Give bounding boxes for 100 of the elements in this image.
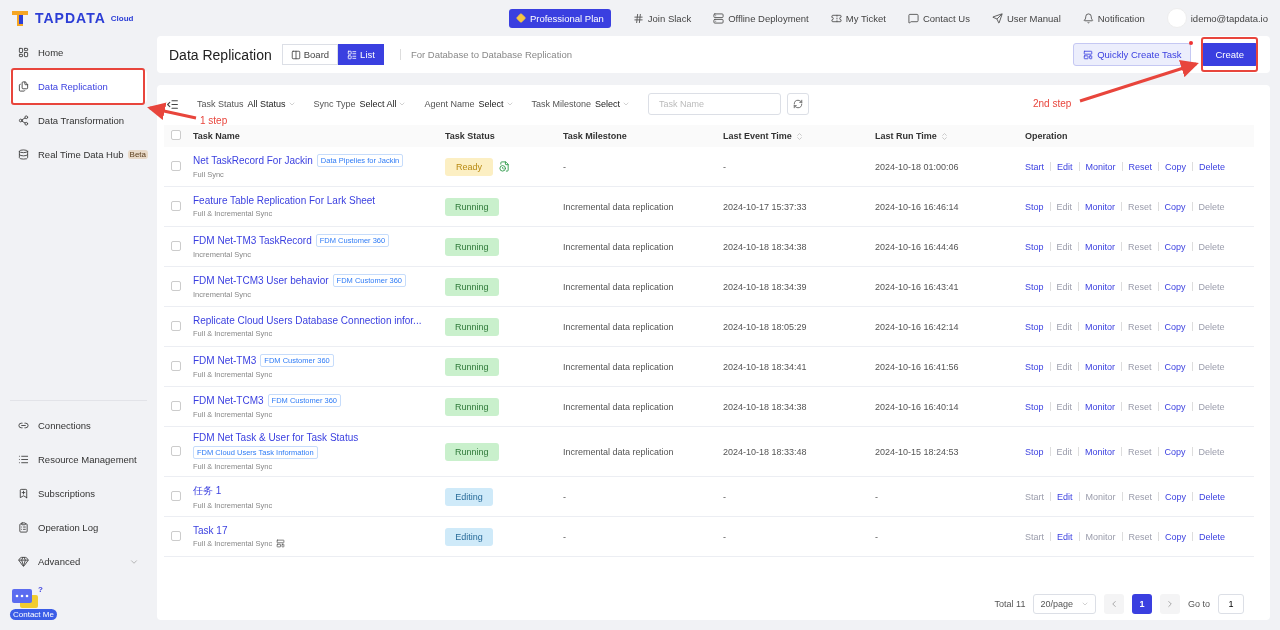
- operation-link[interactable]: Monitor: [1085, 241, 1116, 252]
- task-name-link[interactable]: FDM Net Task & User for Task Status: [193, 432, 359, 443]
- operation-link[interactable]: Copy: [1164, 446, 1186, 457]
- operation-link[interactable]: Monitor: [1085, 446, 1116, 457]
- checkbox[interactable]: [171, 240, 181, 251]
- task-name-link[interactable]: FDM Net-TM3: [193, 355, 257, 366]
- operation-link[interactable]: Copy: [1164, 281, 1186, 292]
- nav-link[interactable]: Notification: [1082, 12, 1145, 24]
- event-time: 2024-10-18 18:34:38: [723, 401, 808, 412]
- page-title: Data Replication: [169, 46, 272, 63]
- contact-me-button[interactable]: Contact Me: [10, 609, 57, 620]
- sidebar-item[interactable]: Subscriptions: [10, 477, 147, 510]
- event-time: 2024-10-18 18:34:38: [723, 241, 808, 252]
- operation-link[interactable]: Copy: [1164, 361, 1186, 372]
- server-icon: [713, 12, 725, 24]
- plan-button[interactable]: Professional Plan: [508, 8, 611, 28]
- operation-link[interactable]: Copy: [1164, 401, 1186, 412]
- checkbox[interactable]: [171, 490, 181, 501]
- operation-link[interactable]: Copy: [1164, 241, 1186, 252]
- operation-link[interactable]: Monitor: [1085, 321, 1116, 332]
- filter-select[interactable]: All Status: [247, 99, 296, 109]
- task-name-link[interactable]: 任务 1: [193, 483, 222, 498]
- operation-link[interactable]: Reset: [1128, 161, 1153, 172]
- operation-link[interactable]: Edit: [1057, 161, 1073, 172]
- operation-link[interactable]: Monitor: [1085, 201, 1116, 212]
- task-name-link[interactable]: Replicate Cloud Users Database Connection infor...: [193, 315, 422, 326]
- nav-link[interactable]: My Ticket: [830, 12, 886, 24]
- operation-link[interactable]: Monitor: [1085, 361, 1116, 372]
- operation-link[interactable]: Copy: [1165, 531, 1187, 542]
- page-size-select[interactable]: 20/page: [1033, 594, 1096, 614]
- event-time: 2024-10-18 18:33:48: [723, 446, 808, 457]
- quick-create-button[interactable]: Quickly Create Task: [1073, 43, 1192, 66]
- bookmark-icon: [18, 488, 29, 499]
- operation-link[interactable]: Monitor: [1085, 161, 1116, 172]
- sidebar-item[interactable]: Data Replication: [10, 70, 147, 103]
- operation-link[interactable]: Stop: [1025, 446, 1044, 457]
- operation-link[interactable]: Stop: [1025, 281, 1044, 292]
- sidebar-item[interactable]: Advanced: [10, 545, 147, 578]
- checkbox[interactable]: [171, 360, 181, 371]
- documents-icon: [18, 81, 29, 92]
- operation-link[interactable]: Edit: [1057, 491, 1073, 502]
- search-field[interactable]: Task Name: [648, 93, 782, 115]
- operation-link[interactable]: Stop: [1025, 401, 1044, 412]
- page-button[interactable]: 1: [1132, 594, 1152, 614]
- operation-link[interactable]: Edit: [1057, 531, 1073, 542]
- task-name-link[interactable]: FDM Net-TCM3 User behavior: [193, 275, 329, 286]
- sidebar-item[interactable]: Operation Log: [10, 511, 147, 544]
- operation-link[interactable]: Start: [1025, 161, 1044, 172]
- view-toggle[interactable]: List: [338, 44, 384, 65]
- sidebar-item[interactable]: Connections: [10, 409, 147, 442]
- task-name-link[interactable]: Task 17: [193, 525, 228, 536]
- view-toggle[interactable]: Board: [281, 44, 339, 65]
- operation-link[interactable]: Copy: [1165, 161, 1187, 172]
- operation-link[interactable]: Copy: [1164, 201, 1186, 212]
- nav-link[interactable]: Offline Deployment: [713, 12, 809, 24]
- task-name-link[interactable]: FDM Net-TM3 TaskRecord: [193, 235, 312, 246]
- goto-field[interactable]: 1: [1218, 594, 1244, 614]
- prev-page-button[interactable]: [1104, 594, 1124, 614]
- column-header[interactable]: Last Run Time: [875, 131, 1025, 141]
- task-name-link[interactable]: Feature Table Replication For Lark Sheet: [193, 195, 376, 206]
- column-header[interactable]: Last Event Time: [723, 131, 875, 141]
- filter-select[interactable]: Select: [478, 99, 514, 109]
- checkbox[interactable]: [171, 400, 181, 411]
- operation-link[interactable]: Copy: [1164, 321, 1186, 332]
- status-badge: Running: [445, 277, 499, 296]
- filter-select[interactable]: Select: [595, 99, 631, 109]
- sidebar-item[interactable]: Resource Management: [10, 443, 147, 476]
- operation-link[interactable]: Delete: [1199, 491, 1226, 502]
- nav-link[interactable]: User Manual: [991, 12, 1061, 24]
- checkbox[interactable]: [171, 530, 181, 541]
- create-button[interactable]: Create: [1201, 43, 1258, 66]
- operation-link[interactable]: Stop: [1025, 361, 1044, 372]
- operation-link[interactable]: Delete: [1199, 531, 1226, 542]
- checkbox[interactable]: [171, 445, 181, 456]
- task-name-link[interactable]: FDM Net-TCM3: [193, 395, 264, 406]
- checkbox[interactable]: [171, 320, 181, 331]
- next-page-button[interactable]: [1160, 594, 1180, 614]
- checkbox[interactable]: [171, 280, 181, 291]
- filter-select[interactable]: Select All: [359, 99, 407, 109]
- nav-link[interactable]: Contact Us: [907, 12, 970, 24]
- operation-link[interactable]: Stop: [1025, 241, 1044, 252]
- operation-link[interactable]: Stop: [1025, 201, 1044, 212]
- milestone-text: Incremental data replication: [563, 446, 675, 457]
- refresh-button[interactable]: [787, 93, 810, 115]
- operation-link[interactable]: Monitor: [1085, 401, 1116, 412]
- operation-link[interactable]: Delete: [1199, 161, 1226, 172]
- checkbox[interactable]: [171, 160, 181, 171]
- nav-link[interactable]: Join Slack: [632, 12, 692, 24]
- task-name-link[interactable]: Net TaskRecord For Jackin: [193, 155, 313, 166]
- operation-link[interactable]: Monitor: [1085, 281, 1116, 292]
- sidebar-item[interactable]: Real Time Data Hub Beta: [10, 138, 147, 171]
- user-menu[interactable]: idemo@tapdata.io: [1166, 8, 1268, 28]
- operation-link[interactable]: Stop: [1025, 321, 1044, 332]
- sidebar-item[interactable]: Home: [10, 36, 147, 69]
- sidebar-item[interactable]: Data Transformation: [10, 104, 147, 137]
- operation-link[interactable]: Copy: [1165, 491, 1187, 502]
- checkbox[interactable]: [171, 130, 181, 140]
- question-mark: ?: [38, 585, 43, 594]
- checkbox[interactable]: [171, 200, 181, 211]
- caret-icon: [622, 100, 631, 108]
